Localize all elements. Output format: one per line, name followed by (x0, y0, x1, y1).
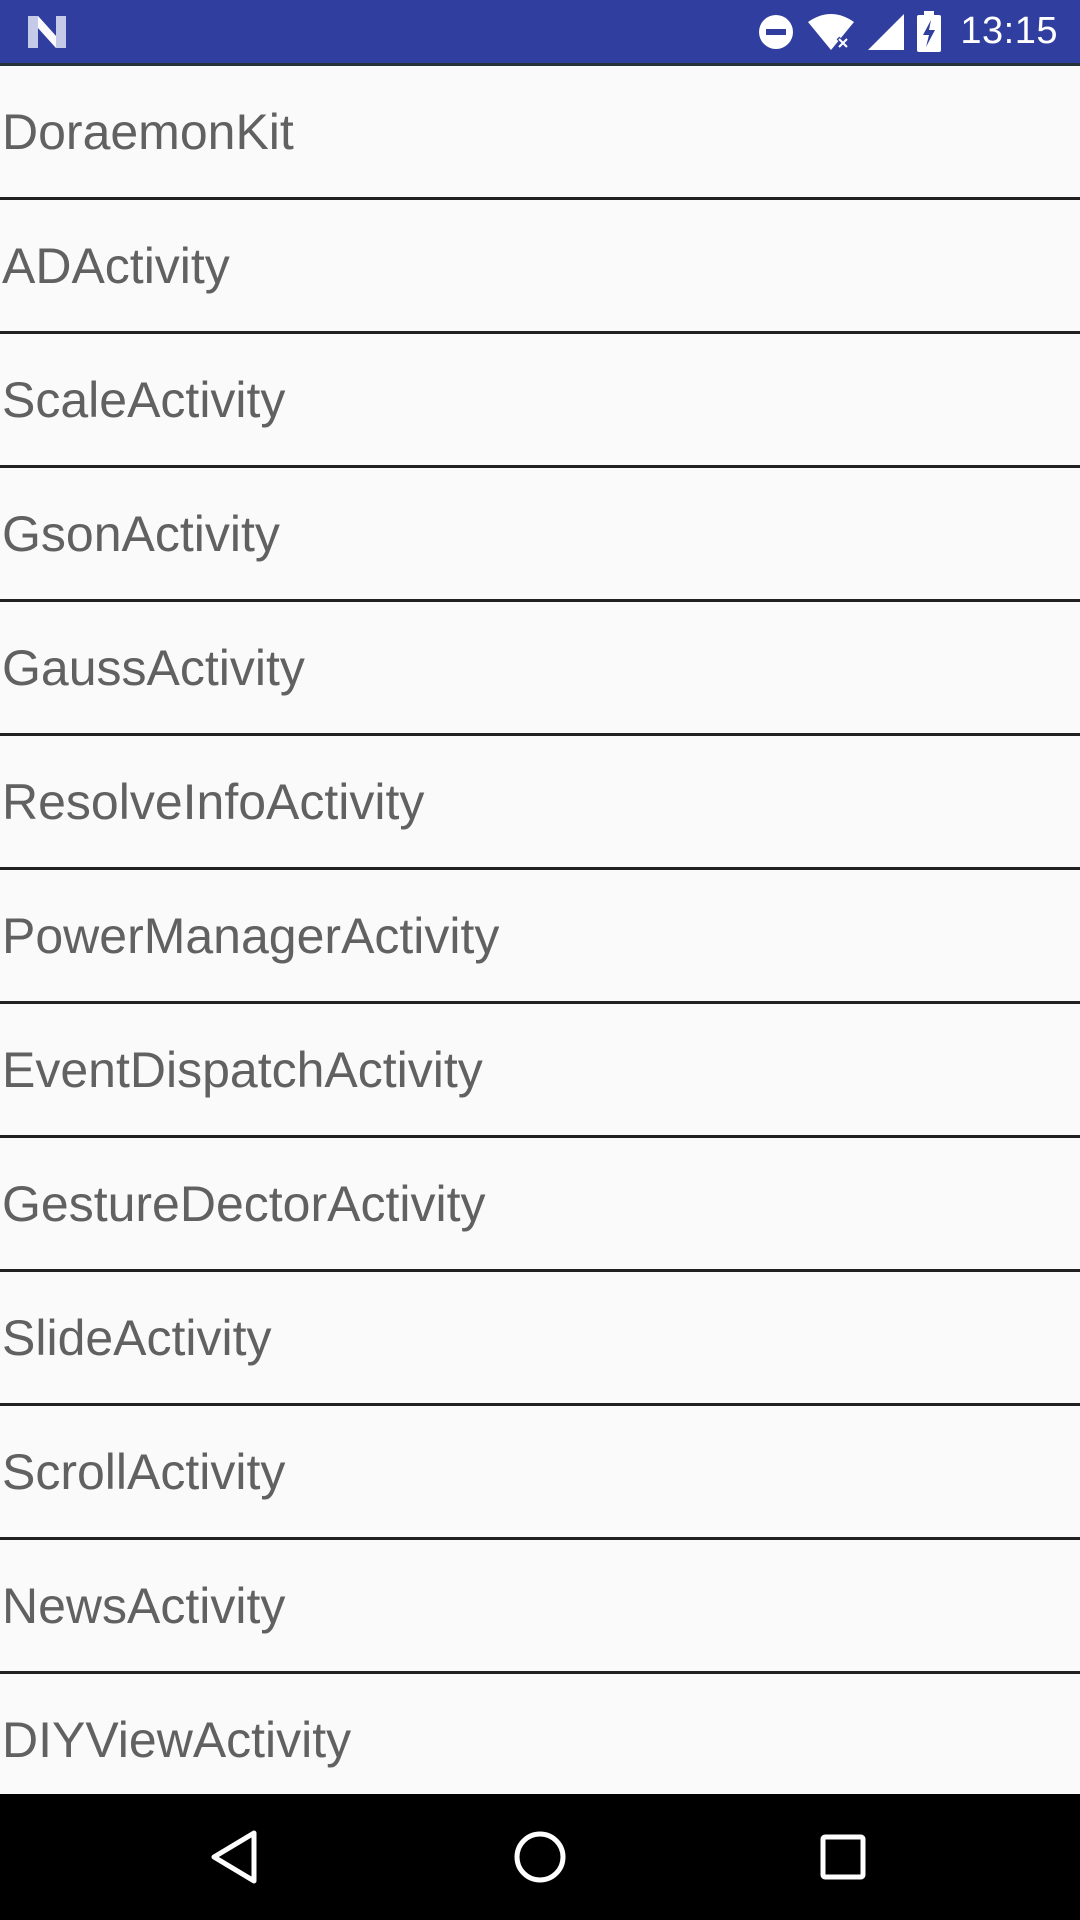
list-item[interactable]: SlideActivity (0, 1272, 1080, 1406)
activity-list[interactable]: DoraemonKit ADActivity ScaleActivity Gso… (0, 66, 1080, 1794)
list-item[interactable]: GsonActivity (0, 468, 1080, 602)
list-item[interactable]: ResolveInfoActivity (0, 736, 1080, 870)
status-icons: 13:15 (756, 0, 1058, 63)
list-item-label: ADActivity (2, 237, 230, 294)
clock: 13:15 (960, 10, 1058, 52)
recents-button[interactable] (808, 1822, 878, 1892)
list-item[interactable]: ADActivity (0, 200, 1080, 334)
wifi-icon (808, 13, 855, 50)
n-logo-icon (28, 16, 66, 48)
list-item[interactable]: ScrollActivity (0, 1406, 1080, 1540)
list-item-label: ScaleActivity (2, 371, 286, 428)
status-bar: 13:15 (0, 0, 1080, 66)
list-item[interactable]: DIYViewActivity (0, 1674, 1080, 1794)
list-item-label: ScrollActivity (2, 1443, 286, 1500)
list-item[interactable]: GaussActivity (0, 602, 1080, 736)
list-item-label: NewsActivity (2, 1577, 286, 1634)
back-icon (211, 1830, 257, 1884)
list-item-label: DoraemonKit (2, 103, 294, 160)
list-item[interactable]: EventDispatchActivity (0, 1004, 1080, 1138)
list-item-label: DIYViewActivity (2, 1711, 352, 1768)
cell-signal-icon (868, 13, 905, 50)
list-item[interactable]: PowerManagerActivity (0, 870, 1080, 1004)
list-item[interactable]: DoraemonKit (0, 66, 1080, 200)
do-not-disturb-icon (759, 14, 794, 49)
list-item[interactable]: GestureDectorActivity (0, 1138, 1080, 1272)
list-item-label: EventDispatchActivity (2, 1041, 483, 1098)
list-item-label: SlideActivity (2, 1309, 272, 1366)
list-item[interactable]: NewsActivity (0, 1540, 1080, 1674)
screen: 13:15 DoraemonKit ADActivity ScaleActivi… (0, 0, 1080, 1920)
home-icon (514, 1831, 566, 1883)
navigation-bar (0, 1794, 1080, 1920)
battery-charging-icon (917, 10, 942, 52)
home-button[interactable] (505, 1822, 575, 1892)
back-button[interactable] (200, 1822, 270, 1892)
list-item-label: GestureDectorActivity (2, 1175, 486, 1232)
list-item-label: GaussActivity (2, 639, 305, 696)
list-item[interactable]: ScaleActivity (0, 334, 1080, 468)
recents-icon (820, 1834, 866, 1880)
list-item-label: GsonActivity (2, 505, 280, 562)
list-item-label: ResolveInfoActivity (2, 773, 425, 830)
list-item-label: PowerManagerActivity (2, 907, 500, 964)
